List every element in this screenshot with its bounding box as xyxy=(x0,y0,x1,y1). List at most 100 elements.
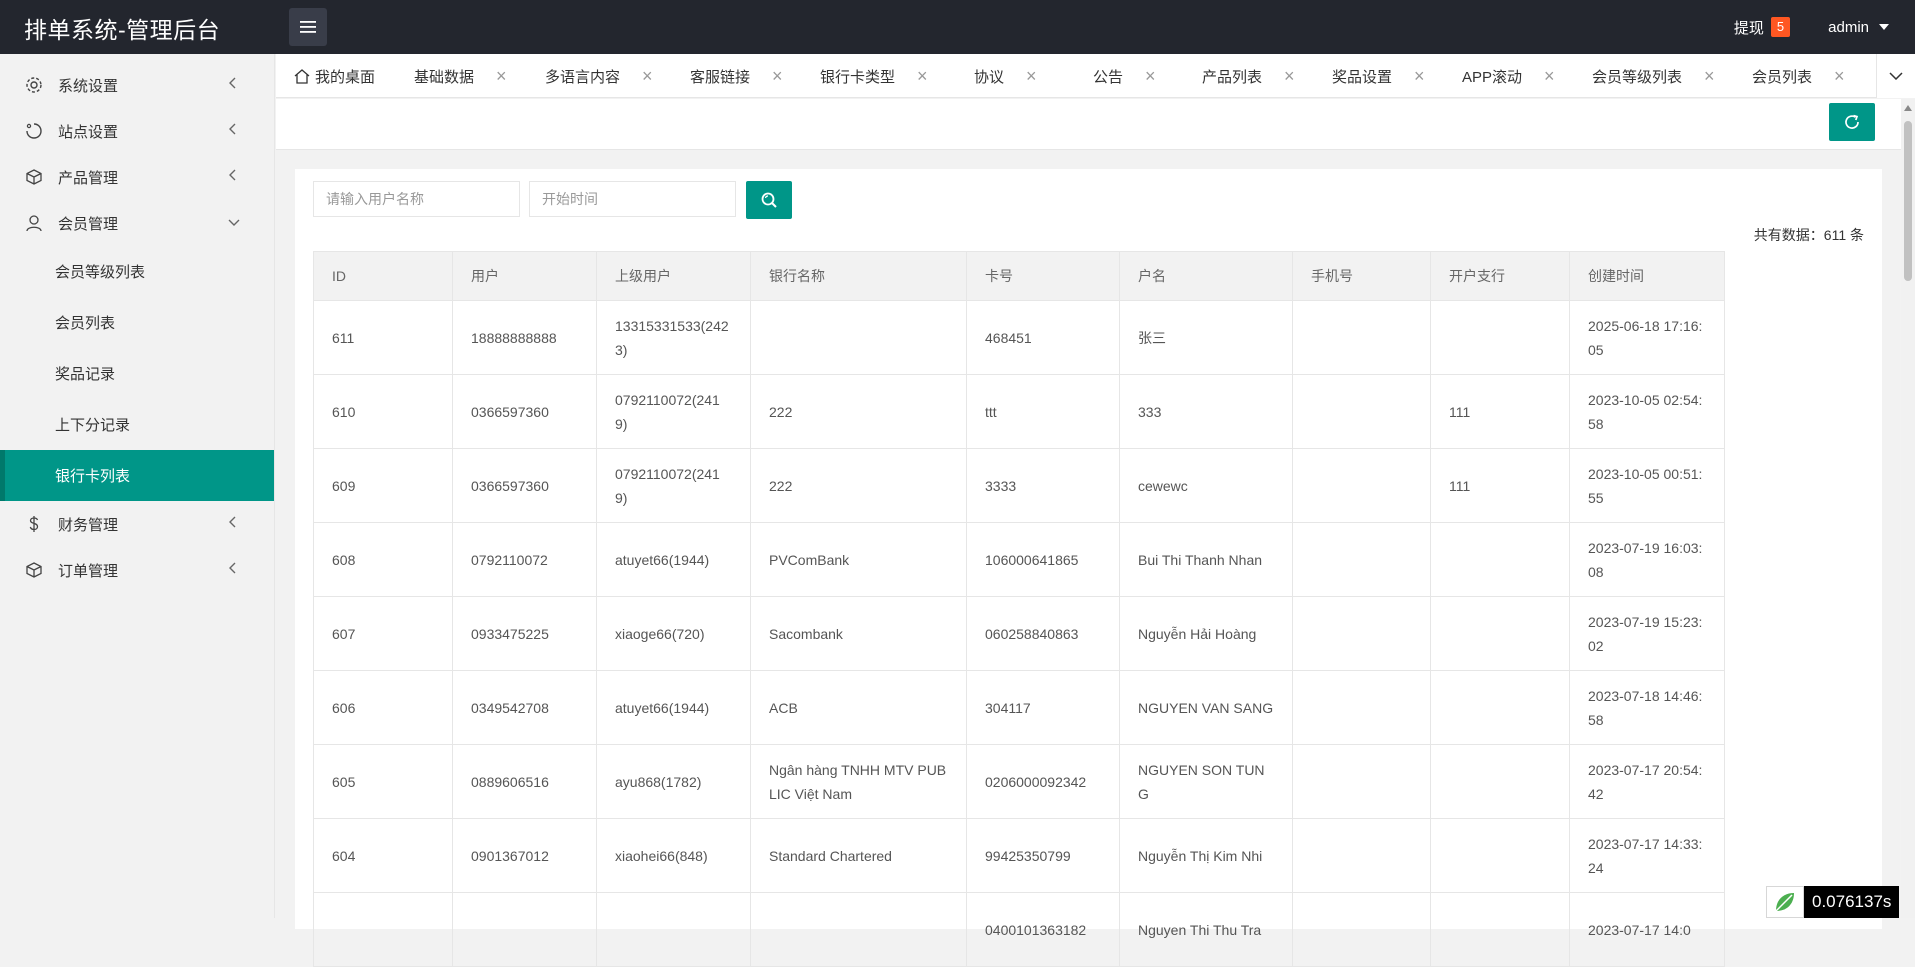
withdraw-link[interactable]: 提现 5 xyxy=(1734,17,1791,38)
table-cell: 333 xyxy=(1119,374,1293,449)
dollar-icon xyxy=(24,514,44,534)
table-cell: 0206000092342 xyxy=(966,744,1120,819)
tab-member-levels[interactable]: 会员等级列表 × xyxy=(1592,54,1715,98)
close-icon[interactable]: × xyxy=(642,67,653,85)
table-cell xyxy=(1430,818,1570,893)
tab-my-desktop[interactable]: 我的桌面 xyxy=(294,54,375,98)
sidebar-subitem-bank-cards[interactable]: 银行卡列表 xyxy=(0,450,274,501)
column-header: 银行名称 xyxy=(750,251,967,301)
refresh-button[interactable] xyxy=(1829,103,1875,141)
table-cell: NGUYEN SON TUNG xyxy=(1119,744,1293,819)
sidebar-item-member-management[interactable]: 会员管理 xyxy=(0,200,274,246)
top-bar: 排单系统-管理后台 提现 5 admin xyxy=(0,0,1915,54)
tab-label: 基础数据 xyxy=(414,68,475,86)
tab-announcement[interactable]: 公告 × xyxy=(1093,54,1156,98)
box-icon xyxy=(24,560,44,580)
table-cell: 2025-06-18 17:16:05 xyxy=(1569,300,1725,375)
column-header: 用户 xyxy=(452,251,597,301)
close-icon[interactable]: × xyxy=(1414,67,1425,85)
tab-bank-card-types[interactable]: 银行卡类型 × xyxy=(820,54,928,98)
tab-multilang[interactable]: 多语言内容 × xyxy=(545,54,653,98)
refresh-icon xyxy=(1845,114,1859,129)
sidebar-item-finance-management[interactable]: 财务管理 xyxy=(0,501,274,547)
sidebar-item-label: 订单管理 xyxy=(58,562,119,580)
scrollbar-thumb[interactable] xyxy=(1904,121,1912,281)
close-icon[interactable]: × xyxy=(917,67,928,85)
username-search-input[interactable] xyxy=(313,181,520,217)
tab-member-list[interactable]: 会员列表 × xyxy=(1752,54,1845,98)
tab-customer-service[interactable]: 客服链接 × xyxy=(690,54,783,98)
table-cell xyxy=(750,892,967,967)
close-icon[interactable]: × xyxy=(1834,67,1845,85)
tab-agreement[interactable]: 协议 × xyxy=(974,54,1037,98)
gear-icon xyxy=(24,75,44,95)
close-icon[interactable]: × xyxy=(1704,67,1715,85)
sidebar-item-order-management[interactable]: 订单管理 xyxy=(0,547,274,593)
user-name: admin xyxy=(1828,18,1869,36)
table-cell: 606 xyxy=(313,670,453,745)
close-icon[interactable]: × xyxy=(1544,67,1555,85)
column-header: 户名 xyxy=(1119,251,1293,301)
sidebar-item-system-settings[interactable]: 系统设置 xyxy=(0,62,274,108)
table-cell: Bui Thi Thanh Nhan xyxy=(1119,522,1293,597)
tab-prize-settings[interactable]: 奖品设置 × xyxy=(1332,54,1425,98)
tab-app-scroll[interactable]: APP滚动 × xyxy=(1462,54,1555,98)
chevron-down-icon xyxy=(228,219,240,226)
sidebar-item-site-settings[interactable]: 站点设置 xyxy=(0,108,274,154)
tab-product-list[interactable]: 产品列表 × xyxy=(1202,54,1295,98)
table-cell: 0792110072 xyxy=(452,522,597,597)
tab-bar: 我的桌面 基础数据 × 多语言内容 × 客服链接 × 银行卡类型 × 协议 × 公告 × 产… xyxy=(276,54,1915,98)
table-cell: cewewc xyxy=(1119,448,1293,523)
home-icon xyxy=(294,68,310,84)
close-icon[interactable]: × xyxy=(496,67,507,85)
sidebar-subitem-prize-records[interactable]: 奖品记录 xyxy=(0,348,274,399)
tabs-more-button[interactable] xyxy=(1876,54,1915,98)
menu-toggle-button[interactable] xyxy=(289,8,327,46)
table-cell: 0400101363182 xyxy=(966,892,1120,967)
search-button[interactable] xyxy=(746,181,792,219)
table-cell: ayu868(1782) xyxy=(596,744,751,819)
sidebar-item-product-management[interactable]: 产品管理 xyxy=(0,154,274,200)
table-body: 611 18888888888 13315331533(2423) 468451 张三 2… xyxy=(313,300,1725,967)
start-time-input[interactable] xyxy=(529,181,736,217)
column-header: 上级用户 xyxy=(596,251,751,301)
table-cell xyxy=(1430,596,1570,671)
scroll-up-arrow-icon[interactable] xyxy=(1904,105,1912,111)
tab-label: 产品列表 xyxy=(1202,68,1263,86)
close-icon[interactable]: × xyxy=(772,67,783,85)
table-cell: 18888888888 xyxy=(452,300,597,375)
table-cell: 060258840863 xyxy=(966,596,1120,671)
column-header: ID xyxy=(313,251,453,301)
table-cell xyxy=(1430,744,1570,819)
vertical-scrollbar[interactable] xyxy=(1901,99,1915,918)
caret-down-icon xyxy=(1879,24,1889,30)
table-row: 607 0933475225 xiaoge66(720) Sacombank 06025… xyxy=(313,596,1725,671)
user-menu[interactable]: admin xyxy=(1828,19,1889,36)
table-cell: 610 xyxy=(313,374,453,449)
sidebar-subitem-member-list[interactable]: 会员列表 xyxy=(0,297,274,348)
table-cell xyxy=(1292,670,1431,745)
table-cell: atuyet66(1944) xyxy=(596,670,751,745)
close-icon[interactable]: × xyxy=(1026,67,1037,85)
chevron-left-icon xyxy=(229,516,236,528)
table-cell: ttt xyxy=(966,374,1120,449)
close-icon[interactable]: × xyxy=(1284,67,1295,85)
table-cell xyxy=(313,892,453,967)
table-cell: 0933475225 xyxy=(452,596,597,671)
leaf-logo-icon xyxy=(1766,886,1804,918)
table-cell: NGUYEN VAN SANG xyxy=(1119,670,1293,745)
sidebar-subitem-member-levels[interactable]: 会员等级列表 xyxy=(0,246,274,297)
table-row: 608 0792110072 atuyet66(1944) PVComBank 1060… xyxy=(313,522,1725,597)
box-icon xyxy=(24,167,44,187)
table-cell: 106000641865 xyxy=(966,522,1120,597)
chevron-left-icon xyxy=(229,77,236,89)
sidebar-subitem-score-records[interactable]: 上下分记录 xyxy=(0,399,274,450)
site-icon xyxy=(24,121,44,141)
table-cell: 0901367012 xyxy=(452,818,597,893)
total-count: 共有数据：611 条 xyxy=(1753,227,1864,243)
column-header: 卡号 xyxy=(966,251,1120,301)
close-icon[interactable]: × xyxy=(1145,67,1156,85)
tab-basic-data[interactable]: 基础数据 × xyxy=(414,54,507,98)
tab-label: 公告 xyxy=(1093,68,1124,86)
table-cell: 111 xyxy=(1430,448,1570,523)
